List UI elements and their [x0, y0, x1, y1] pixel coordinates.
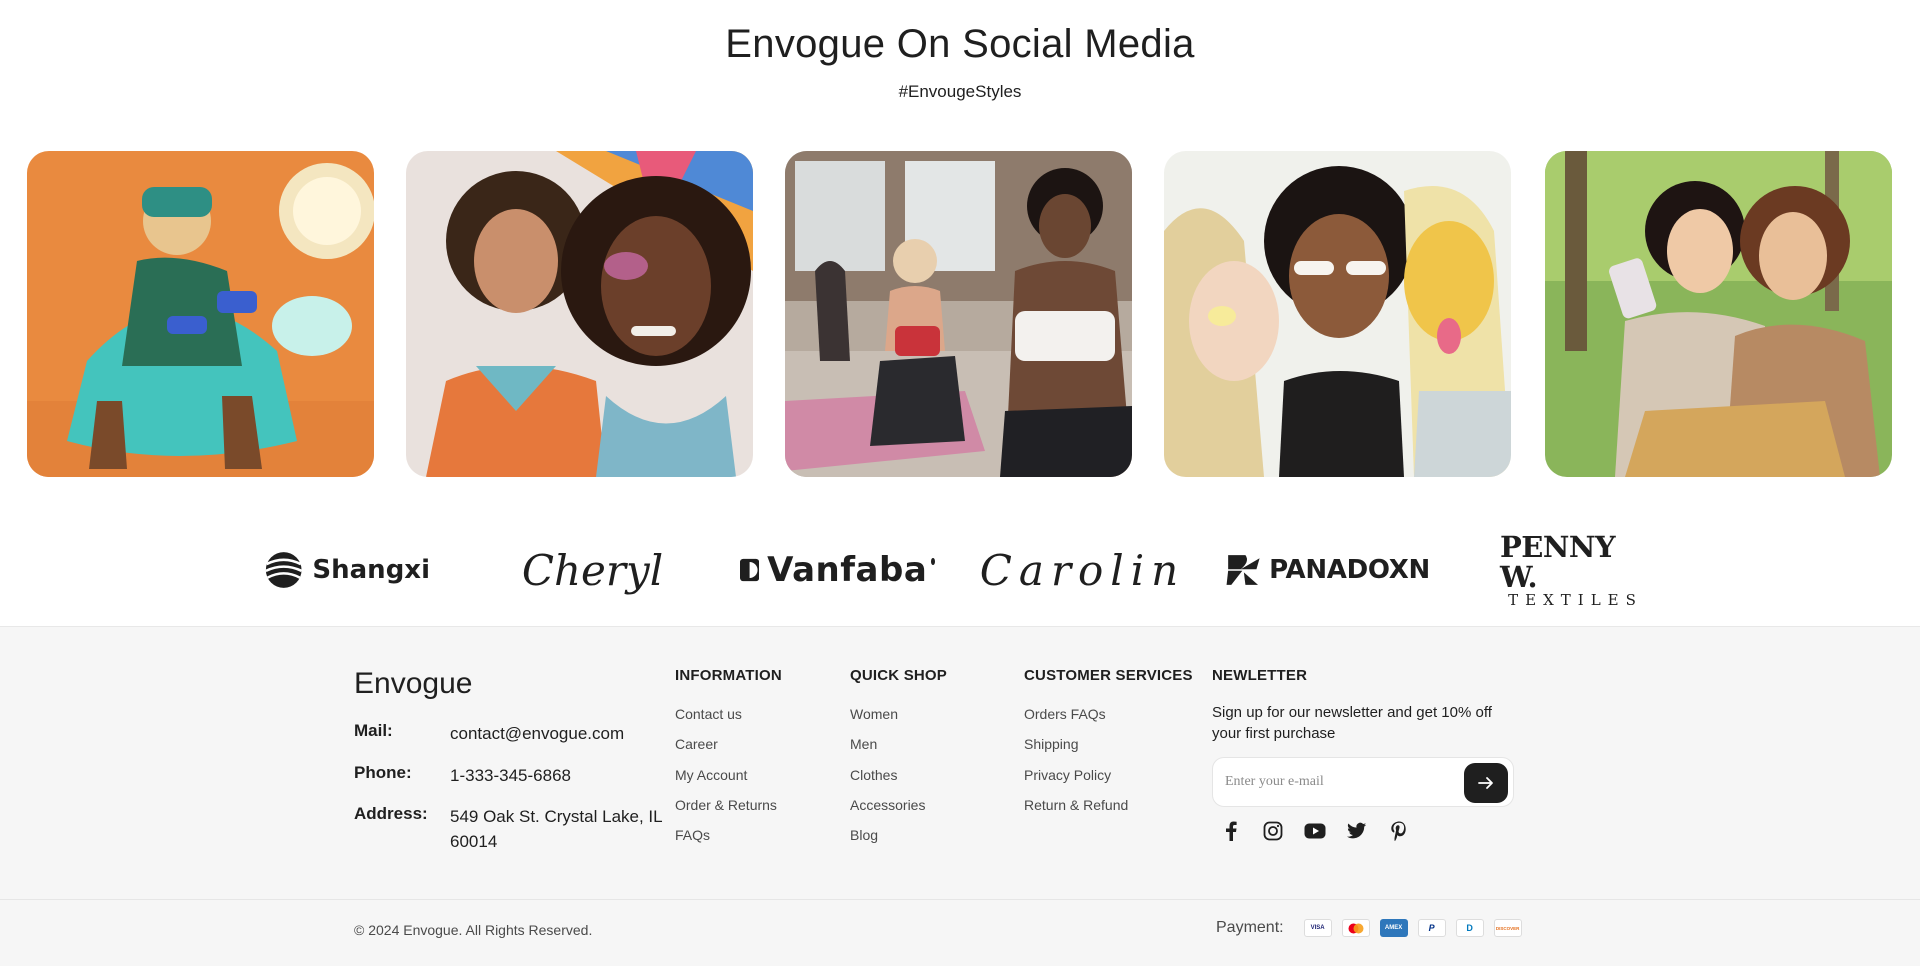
social-photo-1[interactable]	[27, 151, 374, 477]
footer-link-blog[interactable]: Blog	[850, 825, 947, 855]
brand-shangxi[interactable]: Shangxi	[265, 540, 430, 600]
facebook-icon[interactable]	[1220, 820, 1242, 842]
social-photo-3[interactable]	[785, 151, 1132, 477]
mail-label: Mail:	[354, 721, 393, 740]
social-section: Envogue On Social Media #EnvougeStyles S…	[0, 0, 1920, 626]
footer-link-women[interactable]: Women	[850, 704, 947, 734]
footer-link-clothes[interactable]: Clothes	[850, 765, 947, 795]
footer-link-men[interactable]: Men	[850, 734, 947, 764]
mail-value[interactable]: contact@envogue.com	[450, 721, 670, 746]
address-label: Address:	[354, 804, 428, 823]
vanfaba-logo-icon	[740, 558, 760, 582]
social-links	[1212, 820, 1517, 842]
customer-services-heading: CUSTOMER SERVICES	[1024, 667, 1193, 684]
brand-panadoxn-label: PANADOXN	[1269, 555, 1430, 585]
brand-logos: Shangxi Cheryl Vanfaba Carolin PANADOXN …	[0, 532, 1920, 608]
twitter-icon[interactable]	[1346, 820, 1368, 842]
brand-penny-name: PENNY W.	[1500, 530, 1616, 594]
footer-link-return-refund[interactable]: Return & Refund	[1024, 795, 1193, 825]
brand-cheryl[interactable]: Cheryl	[522, 540, 663, 600]
brand-vanfaba-label: Vanfaba	[767, 550, 928, 590]
brand-shangxi-label: Shangxi	[312, 555, 430, 585]
social-photo-4[interactable]	[1164, 151, 1511, 477]
newsletter-form	[1212, 757, 1514, 807]
payment-label: Payment:	[1216, 919, 1284, 936]
social-title: Envogue On Social Media	[725, 22, 1195, 66]
instagram-icon[interactable]	[1262, 820, 1284, 842]
phone-value[interactable]: 1-333-345-6868	[450, 763, 670, 788]
panadoxn-logo-icon	[1226, 555, 1260, 585]
brand-carolin[interactable]: Carolin	[980, 540, 1178, 600]
brand-vanfaba[interactable]: Vanfaba	[740, 540, 935, 600]
newsletter-submit-button[interactable]	[1464, 763, 1508, 803]
discover-card-icon: DISCOVER	[1493, 919, 1522, 937]
newsletter: NEWLETTER Sign up for our newsletter and…	[1212, 667, 1517, 842]
social-hashtag[interactable]: #EnvougeStyles	[0, 82, 1920, 102]
brand-penny-sub: TEXTILES	[1508, 591, 1643, 609]
footer-link-orders-faqs[interactable]: Orders FAQs	[1024, 704, 1193, 734]
amex-card-icon: AMEX	[1379, 919, 1408, 937]
newsletter-email-input[interactable]	[1225, 767, 1445, 797]
footer-information: INFORMATION Contact us Career My Account…	[675, 667, 782, 855]
diners-card-icon: D	[1455, 919, 1484, 937]
paypal-card-icon: P	[1417, 919, 1446, 937]
phone-label: Phone:	[354, 763, 412, 782]
footer-link-career[interactable]: Career	[675, 734, 782, 764]
footer-logo[interactable]: Envogue	[354, 667, 472, 701]
footer-link-accessories[interactable]: Accessories	[850, 795, 947, 825]
mastercard-icon	[1341, 919, 1370, 937]
social-photo-2[interactable]	[406, 151, 753, 477]
payment-methods: Payment: VISA AMEX P D DISCOVER	[1216, 919, 1522, 937]
vanfaba-dot-icon	[931, 557, 935, 565]
visa-card-icon: VISA	[1303, 919, 1332, 937]
footer-customer-services: CUSTOMER SERVICES Orders FAQs Shipping P…	[1024, 667, 1193, 825]
youtube-icon[interactable]	[1304, 820, 1326, 842]
footer-link-shipping[interactable]: Shipping	[1024, 734, 1193, 764]
address-value: 549 Oak St. Crystal Lake, IL 60014	[450, 807, 662, 851]
newsletter-description: Sign up for our newsletter and get 10% o…	[1212, 704, 1492, 742]
footer-quick-shop: QUICK SHOP Women Men Clothes Accessories…	[850, 667, 947, 855]
quick-shop-heading: QUICK SHOP	[850, 667, 948, 684]
information-heading: INFORMATION	[675, 667, 782, 684]
newsletter-heading: NEWLETTER	[1212, 667, 1308, 684]
footer-link-order-returns[interactable]: Order & Returns	[675, 795, 782, 825]
social-gallery	[27, 151, 1893, 477]
footer-link-faqs[interactable]: FAQs	[675, 825, 782, 855]
bottom-bar: © 2024 Envogue. All Rights Reserved. Pay…	[0, 899, 1920, 966]
arrow-right-icon	[1478, 777, 1493, 789]
social-photo-5[interactable]	[1545, 151, 1892, 477]
copyright: © 2024 Envogue. All Rights Reserved.	[354, 922, 593, 938]
footer-link-privacy-policy[interactable]: Privacy Policy	[1024, 765, 1193, 795]
pinterest-icon[interactable]	[1388, 820, 1410, 842]
brand-penny-textiles[interactable]: PENNY W. TEXTILES	[1500, 532, 1645, 608]
shangxi-logo-icon	[265, 552, 303, 588]
footer-link-contact-us[interactable]: Contact us	[675, 704, 782, 734]
footer-link-my-account[interactable]: My Account	[675, 765, 782, 795]
brand-panadoxn[interactable]: PANADOXN	[1225, 540, 1430, 600]
